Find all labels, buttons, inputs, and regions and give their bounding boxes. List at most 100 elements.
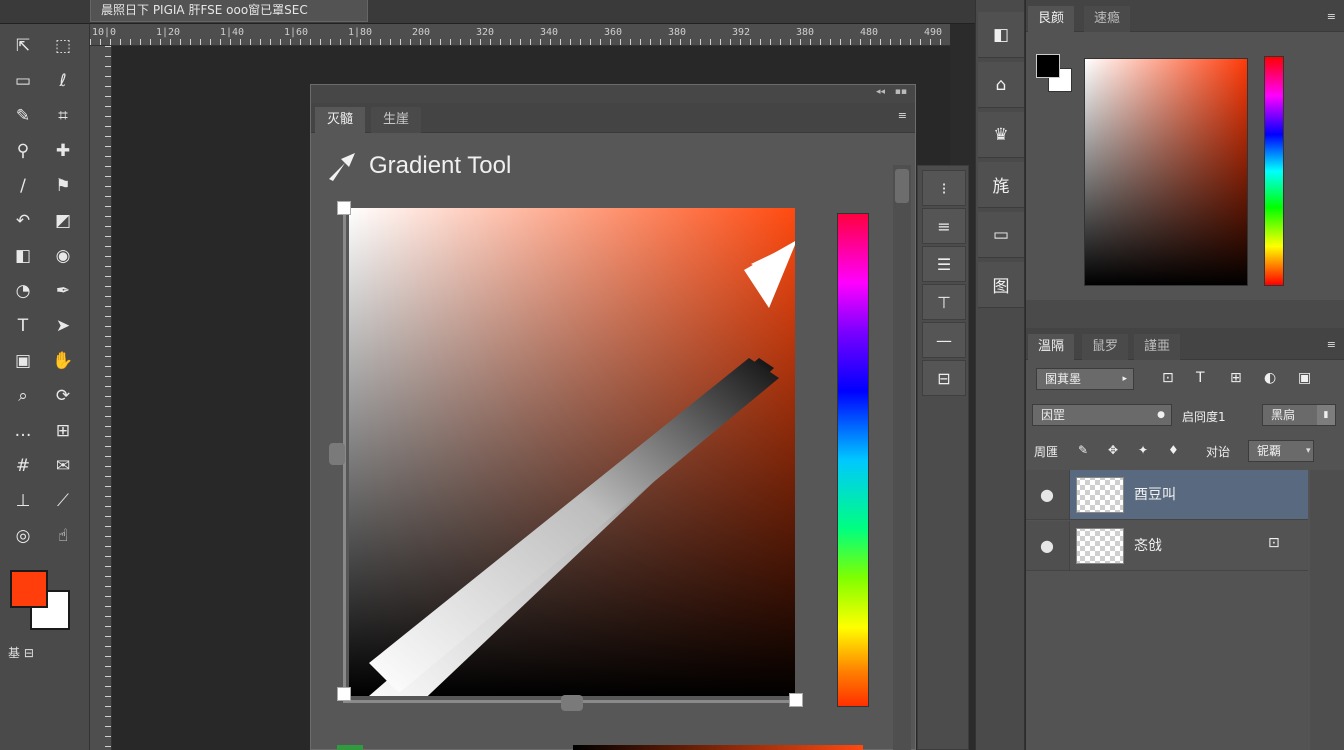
hand-icon[interactable]: ✋ (48, 347, 78, 375)
blur-icon[interactable]: ◉ (48, 242, 78, 270)
fill-field[interactable]: 铌覇 (1248, 440, 1314, 462)
strip-button[interactable]: ⊤ (922, 284, 966, 320)
gradient-direction-arrow[interactable] (349, 208, 795, 696)
gradient-handle-top-left[interactable] (337, 201, 351, 215)
tab-gradient-2[interactable]: 生崖 (371, 107, 422, 133)
layer-row-selected[interactable]: ● 酉豆叫 (1026, 470, 1308, 520)
gradient-tool-panel: ◂◂ ▪▪ 灭髓 生崖 ≡ Gradient Tool (310, 84, 916, 750)
panel-menu-icon[interactable]: ≡ (1327, 10, 1336, 23)
panel-scrollbar[interactable] (893, 165, 911, 750)
edit-toolbar-icon[interactable]: … (8, 417, 38, 445)
tab-swatches[interactable]: 速瘾 (1084, 6, 1131, 32)
layer-filter-icon[interactable]: ⊡ (1162, 370, 1174, 386)
gradient-side-handle-bottom[interactable] (561, 695, 583, 711)
note-icon[interactable]: ✉ (48, 452, 78, 480)
strip-button[interactable]: ⁝ (922, 170, 966, 206)
ruler-ticks (90, 39, 950, 45)
history-brush-icon[interactable]: ↶ (8, 207, 38, 235)
lock-option-icon[interactable]: ♦ (1168, 443, 1179, 457)
eye-icon[interactable]: ● (1040, 536, 1054, 555)
strip-button[interactable]: ≡ (922, 208, 966, 244)
dock-button[interactable]: ⌂ (978, 62, 1024, 108)
lock-option-icon[interactable]: ✥ (1108, 443, 1118, 457)
strip-button[interactable]: ☰ (922, 246, 966, 282)
fill-value: 铌覇 (1257, 444, 1282, 458)
bottom-ok-icon[interactable] (337, 745, 363, 750)
panel-menu-icon[interactable]: ≡ (898, 109, 907, 122)
strip-button[interactable]: — (922, 322, 966, 358)
gradient-handle-bottom-left[interactable] (337, 687, 351, 701)
tab-paths[interactable]: 謹亜 (1134, 334, 1181, 360)
gradient-handle-bottom-right[interactable] (789, 693, 803, 707)
dock-button[interactable]: ▭ (978, 212, 1024, 258)
tab-layers[interactable]: 溫隔 (1028, 334, 1075, 360)
path-select-icon[interactable]: ➤ (48, 312, 78, 340)
foreground-color-swatch[interactable] (10, 570, 48, 608)
layer-filter-icon[interactable]: ▣ (1298, 370, 1311, 386)
rotate-icon[interactable]: ⟳ (48, 382, 78, 410)
slice-icon[interactable]: ⟋ (48, 487, 78, 515)
dock-button[interactable]: 旄 (978, 162, 1024, 208)
collapse-icon[interactable]: ◂◂ (876, 87, 885, 97)
color-picker-field[interactable] (1084, 58, 1248, 286)
eraser-icon[interactable]: ◩ (48, 207, 78, 235)
artboard-icon[interactable]: ⬚ (48, 32, 78, 60)
close-icon[interactable]: ▪▪ (895, 87, 907, 97)
zoom-icon[interactable]: ⌕ (8, 382, 38, 410)
scrollbar-thumb[interactable] (895, 169, 909, 203)
layers-scrollbar[interactable] (1310, 470, 1344, 750)
mini-foreground-swatch[interactable] (1036, 54, 1060, 78)
dock-button[interactable]: 图 (978, 262, 1024, 308)
color-hue-slider[interactable] (1264, 56, 1284, 286)
quick-select-icon[interactable]: ✎ (8, 102, 38, 130)
gradient-side-handle-left[interactable] (329, 443, 345, 465)
count-icon[interactable]: # (8, 452, 38, 480)
gradient-icon[interactable]: ◧ (8, 242, 38, 270)
tab-gradient-1[interactable]: 灭髓 (315, 107, 366, 133)
strip-button[interactable]: ⊟ (922, 360, 966, 396)
dock-button[interactable]: ♛ (978, 112, 1024, 158)
layer-row[interactable]: ● 忞戗 ⊡ (1026, 521, 1308, 571)
crop-icon[interactable]: ⌗ (48, 102, 78, 130)
pen-icon[interactable]: ✒ (48, 277, 78, 305)
panel-header-bar[interactable]: ◂◂ ▪▪ (311, 85, 915, 103)
gradient-bar-preview[interactable] (573, 745, 863, 750)
tab-channels[interactable]: 鼠罗 (1082, 334, 1129, 360)
layer-filter-icon[interactable]: T (1196, 370, 1205, 386)
eye-icon[interactable]: ● (1040, 485, 1054, 504)
document-tab[interactable]: 晨照日下 PIGIA 肝FSE ooo窗已罩SEC (90, 0, 368, 22)
lock-option-icon[interactable]: ✦ (1138, 443, 1148, 457)
hue-slider[interactable] (837, 213, 869, 707)
kind-filter-dropdown[interactable]: 圂萁墨 ▸ (1036, 368, 1134, 390)
opacity-field[interactable]: 黑扃 ▮ (1262, 404, 1336, 426)
sponge-icon[interactable]: ◎ (8, 522, 38, 550)
lock-option-icon[interactable]: ✎ (1078, 443, 1088, 457)
smudge-icon[interactable]: ☝ (48, 522, 78, 550)
dock-button[interactable]: ◧ (978, 12, 1024, 58)
panel-title: Gradient Tool (369, 152, 512, 179)
move-icon[interactable]: ⇱ (8, 32, 38, 60)
quick-mask-label[interactable]: 基 ⊟ (8, 644, 34, 661)
layer-name[interactable]: 酉豆叫 (1134, 484, 1176, 504)
shape-icon[interactable]: ▣ (8, 347, 38, 375)
eyedropper-icon[interactable]: ⚲ (8, 137, 38, 165)
dodge-icon[interactable]: ◔ (8, 277, 38, 305)
chevron-down-icon[interactable]: ▾ (1306, 440, 1316, 462)
panel-menu-icon[interactable]: ≡ (1327, 338, 1336, 351)
tab-color[interactable]: 艮颜 (1028, 6, 1075, 32)
layer-filter-icon[interactable]: ⊞ (1230, 370, 1242, 386)
left-ruler (90, 46, 112, 750)
blend-mode-dropdown[interactable]: 因罡 ● (1032, 404, 1172, 426)
brush-icon[interactable]: ∕ (8, 172, 38, 200)
frame-icon[interactable]: ⊞ (48, 417, 78, 445)
stamp-icon[interactable]: ⚑ (48, 172, 78, 200)
ruler-icon[interactable]: ⊥ (8, 487, 38, 515)
marquee-icon[interactable]: ▭ (8, 67, 38, 95)
heal-icon[interactable]: ✚ (48, 137, 78, 165)
ruler-label: 200 (412, 27, 431, 38)
slider-icon[interactable]: ▮ (1317, 405, 1335, 425)
layer-name[interactable]: 忞戗 (1134, 535, 1162, 555)
lasso-icon[interactable]: ℓ (48, 67, 78, 95)
type-icon[interactable]: T (8, 312, 38, 340)
layer-filter-icon[interactable]: ◐ (1264, 370, 1276, 386)
